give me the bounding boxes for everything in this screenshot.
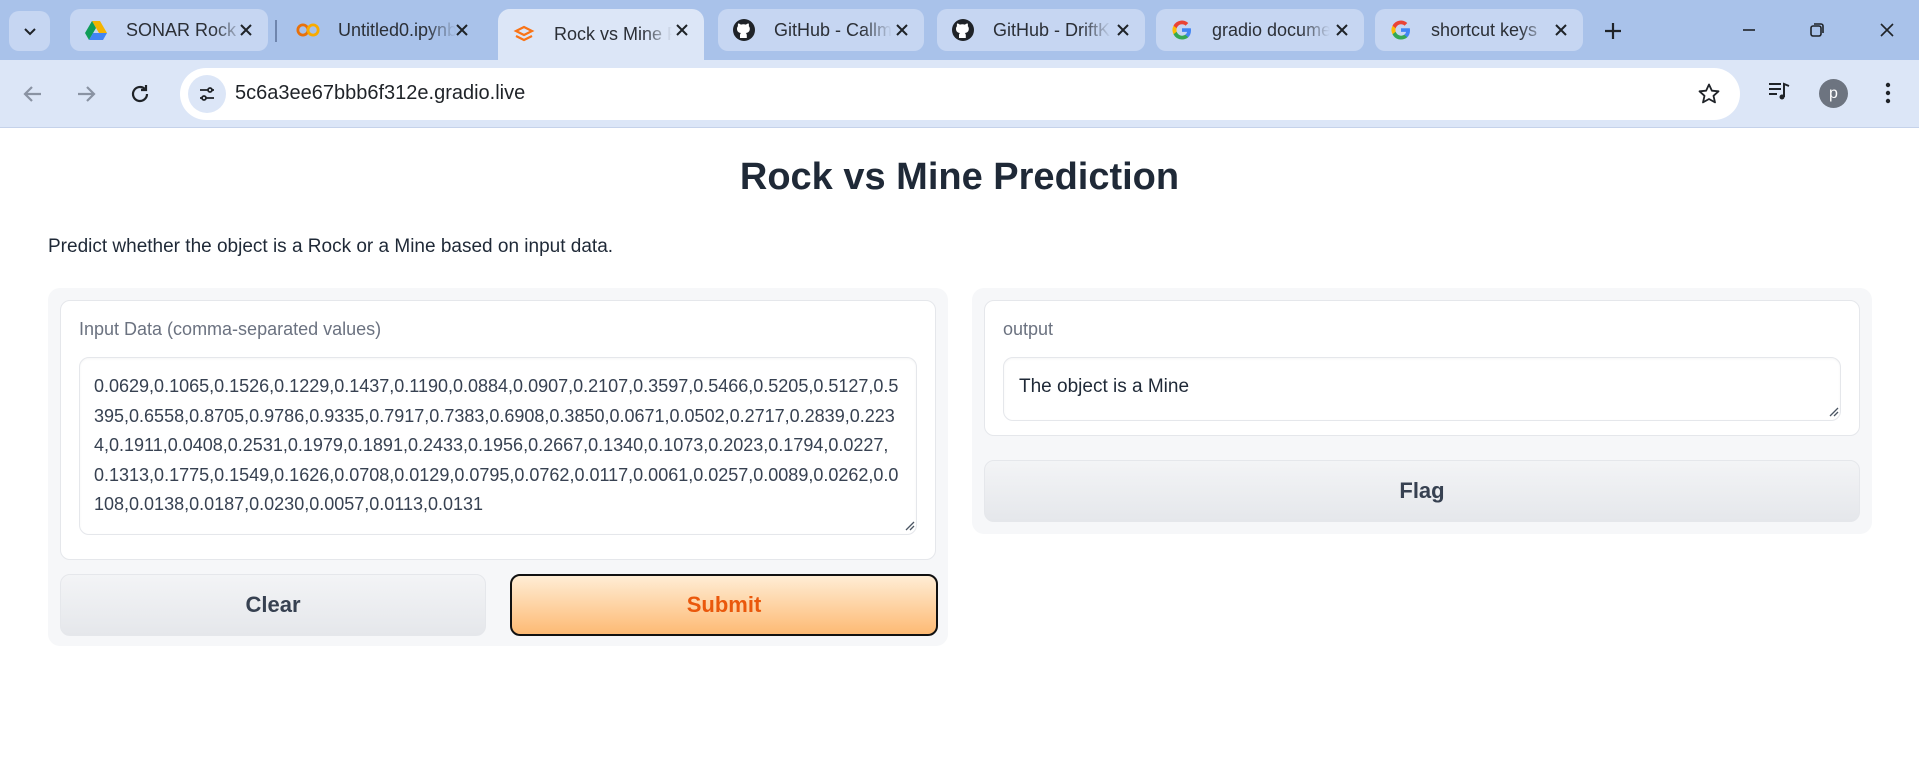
resize-handle-icon[interactable]: [1827, 405, 1839, 417]
app-description: Predict whether the object is a Rock or …: [48, 236, 614, 257]
input-panel: Input Data (comma-separated values) 0.06…: [48, 288, 948, 646]
tab-strip: SONAR Rock vs Mine Untitled0.ipynb - Col…: [0, 0, 1919, 60]
reload-button[interactable]: [120, 74, 160, 114]
close-icon[interactable]: [1111, 18, 1135, 42]
restore-icon: [1810, 23, 1824, 37]
close-icon: [1880, 23, 1894, 37]
playlist-music-icon: [1769, 82, 1790, 100]
tab-search-button[interactable]: [9, 11, 50, 51]
tab-colab[interactable]: Untitled0.ipynb - Colab: [282, 9, 484, 51]
tab-sonar[interactable]: SONAR Rock vs Mine: [70, 9, 268, 51]
github-icon: [732, 18, 756, 42]
site-info-button[interactable]: [188, 75, 226, 113]
close-window-button[interactable]: [1864, 8, 1910, 52]
browser-toolbar: 5c6a3ee67bbb6f312e.gradio.live: [0, 60, 1919, 128]
close-icon[interactable]: [234, 18, 258, 42]
tab-title: shortcut keys: [1431, 19, 1538, 40]
close-icon[interactable]: [890, 18, 914, 42]
restore-button[interactable]: [1794, 8, 1840, 52]
more-vertical-icon: [1885, 82, 1891, 104]
minimize-icon: [1743, 29, 1755, 31]
close-icon[interactable]: [1549, 18, 1573, 42]
tab-title: GitHub - DriftKing: [993, 19, 1111, 40]
minimize-button[interactable]: [1726, 8, 1772, 52]
tab-github-drift[interactable]: GitHub - DriftKing: [937, 9, 1145, 51]
google-icon: [1170, 18, 1194, 42]
output-panel: output The object is a Mine Flag: [972, 288, 1872, 534]
tab-title: SONAR Rock vs Mine: [126, 19, 244, 40]
media-controls-button[interactable]: [1762, 74, 1796, 108]
google-drive-icon: [84, 18, 108, 42]
browser-menu-button[interactable]: [1874, 76, 1902, 110]
url-text[interactable]: 5c6a3ee67bbb6f312e.gradio.live: [235, 82, 525, 105]
github-icon: [951, 18, 975, 42]
output-label: output: [1003, 319, 1054, 339]
tune-icon: [200, 87, 214, 101]
close-icon[interactable]: [670, 18, 694, 42]
colab-icon: [296, 18, 320, 42]
input-data-textarea[interactable]: 0.0629,0.1065,0.1526,0.1229,0.1437,0.119…: [79, 357, 917, 535]
output-textarea[interactable]: The object is a Mine: [1003, 357, 1841, 421]
submit-button[interactable]: Submit: [510, 574, 938, 636]
flag-button[interactable]: Flag: [984, 460, 1860, 522]
tab-rock-vs-mine[interactable]: Rock vs Mine Prediction: [498, 9, 704, 60]
plus-icon: [1605, 23, 1621, 39]
gradio-icon: [512, 23, 536, 47]
arrow-right-icon: [78, 86, 96, 102]
tab-shortcut-keys[interactable]: shortcut keys: [1375, 9, 1583, 51]
clear-button[interactable]: Clear: [60, 574, 486, 636]
chevron-down-icon: [23, 28, 36, 36]
tab-title: Untitled0.ipynb - Colab: [338, 19, 456, 40]
tab-title: Rock vs Mine Prediction: [554, 24, 672, 44]
arrow-left-icon: [23, 86, 41, 102]
google-icon: [1389, 18, 1413, 42]
tab-title: gradio documentation: [1212, 19, 1330, 40]
resize-handle-icon[interactable]: [903, 519, 915, 531]
star-icon: [1698, 83, 1720, 104]
input-label: Input Data (comma-separated values): [79, 319, 382, 339]
page-title: Rock vs Mine Prediction: [739, 156, 1180, 198]
tab-separator: [275, 20, 277, 42]
output-block: output The object is a Mine: [984, 300, 1860, 436]
tab-title: GitHub - CallmeK: [774, 19, 892, 40]
tab-github-callme[interactable]: GitHub - CallmeK: [718, 9, 924, 51]
profile-avatar[interactable]: p: [1819, 79, 1848, 108]
close-icon[interactable]: [450, 18, 474, 42]
address-bar[interactable]: 5c6a3ee67bbb6f312e.gradio.live: [180, 68, 1740, 120]
back-button[interactable]: [13, 74, 53, 114]
close-icon[interactable]: [1330, 18, 1354, 42]
tab-gradio-docs[interactable]: gradio documentation: [1156, 9, 1364, 51]
forward-button[interactable]: [66, 74, 106, 114]
reload-icon: [131, 85, 149, 103]
input-block: Input Data (comma-separated values) 0.06…: [60, 300, 936, 560]
bookmark-button[interactable]: [1696, 81, 1722, 107]
new-tab-button[interactable]: [1596, 14, 1630, 48]
